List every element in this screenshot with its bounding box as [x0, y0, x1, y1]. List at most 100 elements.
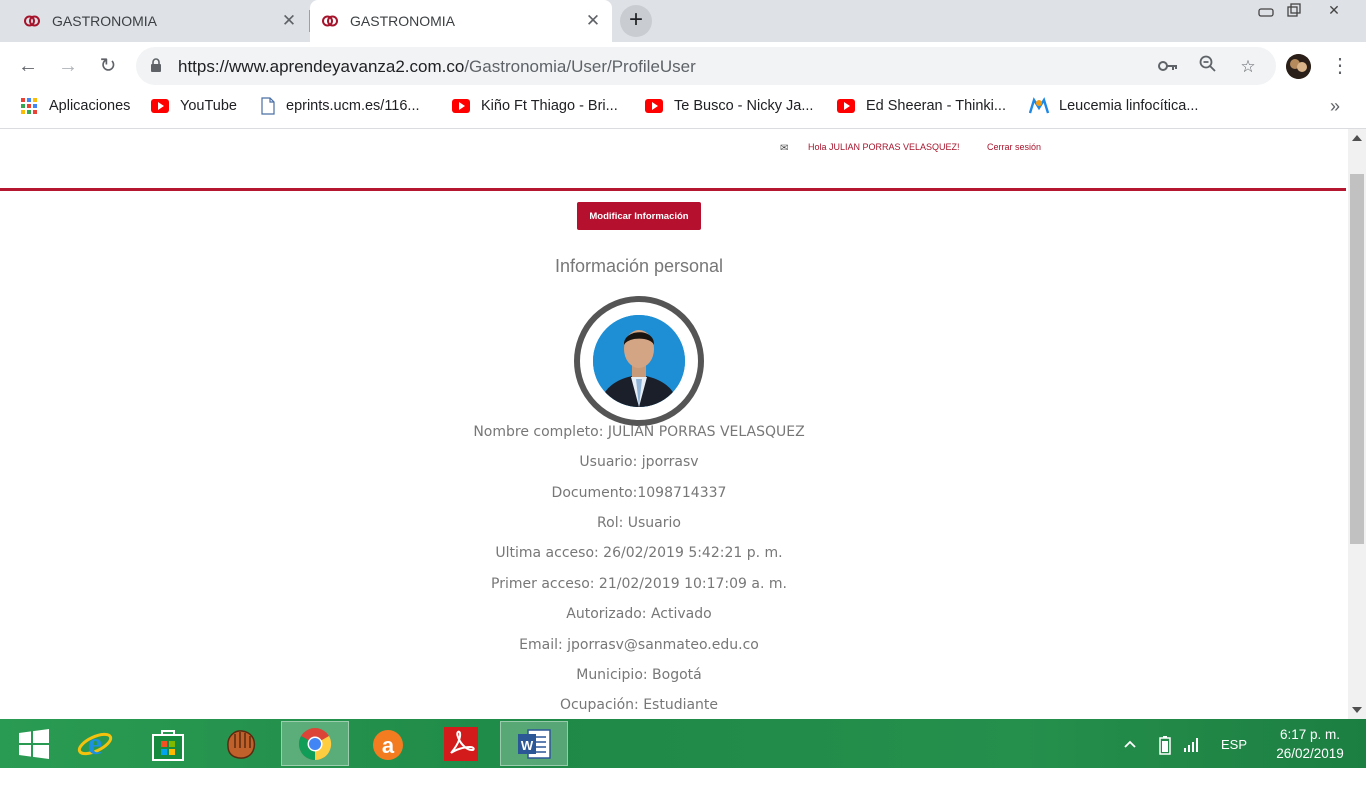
tab-title: GASTRONOMIA [350, 13, 456, 29]
windows-taskbar: e a W ESP 6:17 p. m. 26/02/2019 [0, 719, 1366, 768]
bookmark-te-busco[interactable]: Te Busco - Nicky Ja... [645, 90, 813, 122]
email-field: Email: jporrasv@sanmateo.edu.co [519, 637, 759, 653]
site-header: ✉ Hola JULIAN PORRAS VELASQUEZ! Cerrar s… [0, 129, 1348, 189]
more-bookmarks-icon[interactable]: » [1330, 96, 1340, 117]
scroll-down-icon[interactable] [1352, 707, 1362, 713]
reload-icon[interactable]: ↻ [94, 52, 122, 80]
bookmark-apps[interactable]: Aplicaciones [20, 90, 130, 122]
bookmark-kino-thiago[interactable]: Kiño Ft Thiago - Bri... [452, 90, 618, 122]
bookmark-label: YouTube [180, 98, 237, 114]
site-icon [1029, 97, 1049, 114]
username-field: Usuario: jporrasv [579, 454, 699, 470]
word-icon: W [518, 728, 551, 759]
page-content: ✉ Hola JULIAN PORRAS VELASQUEZ! Cerrar s… [0, 129, 1348, 719]
input-language-indicator[interactable]: ESP [1221, 737, 1247, 786]
close-window-icon[interactable]: ✕ [1314, 0, 1354, 22]
game-taskbar-icon[interactable] [207, 721, 275, 766]
close-tab-icon[interactable]: ✕ [280, 11, 298, 31]
gastronomia-favicon-icon [322, 15, 338, 27]
address-bar[interactable]: https://www.aprendeyavanza2.com.co/Gastr… [136, 47, 1276, 85]
role-field: Rol: Usuario [597, 515, 681, 531]
browser-toolbar: ← → ↻ https://www.aprendeyavanza2.com.co… [0, 42, 1366, 90]
user-greeting-link[interactable]: Hola JULIAN PORRAS VELASQUEZ! [808, 142, 960, 152]
forward-arrow-icon[interactable]: → [54, 52, 82, 80]
bookmark-star-icon[interactable]: ☆ [1236, 55, 1260, 79]
start-button[interactable] [0, 721, 68, 766]
avast-taskbar-icon[interactable]: a [354, 721, 422, 766]
chrome-icon [298, 727, 332, 760]
first-access-field: Primer acceso: 21/02/2019 10:17:09 a. m. [491, 576, 787, 592]
modify-information-button[interactable]: Modificar Información [577, 202, 701, 230]
url-host: https://www.aprendeyavanza2.com.co [178, 57, 465, 76]
windows-logo-icon [19, 728, 49, 759]
store-icon [152, 729, 184, 761]
close-tab-icon[interactable]: ✕ [584, 11, 602, 31]
document-field: Documento:1098714337 [551, 485, 727, 501]
svg-text:e: e [88, 725, 102, 761]
mail-icon[interactable]: ✉ [780, 143, 788, 154]
scroll-up-icon[interactable] [1352, 135, 1362, 141]
bookmark-label: eprints.ucm.es/116... [286, 98, 420, 114]
zoom-icon[interactable] [1196, 55, 1220, 79]
bookmark-youtube[interactable]: YouTube [151, 90, 237, 122]
adobe-reader-icon [444, 726, 478, 761]
document-icon [261, 97, 275, 115]
internet-explorer-icon: e [77, 725, 113, 761]
bookmark-label: Leucemia linfocítica... [1059, 98, 1199, 114]
acrobat-taskbar-icon[interactable] [427, 721, 495, 766]
bookmark-label: Aplicaciones [49, 98, 131, 114]
full-name-field: Nombre completo: JULIAN PORRAS VELASQUEZ [473, 424, 805, 440]
clock-time: 6:17 p. m. [1279, 727, 1341, 742]
bookmark-label: Kiño Ft Thiago - Bri... [481, 98, 618, 114]
scrollbar-thumb[interactable] [1350, 174, 1364, 544]
internet-explorer-taskbar-icon[interactable]: e [61, 721, 129, 766]
youtube-icon [151, 99, 169, 113]
header-divider [0, 188, 1346, 191]
taskbar-clock[interactable]: 6:17 p. m. 26/02/2019 [1262, 725, 1358, 763]
restore-window-icon[interactable] [1274, 0, 1314, 22]
browser-tab-strip: GASTRONOMIA ✕ GASTRONOMIA ✕ + ✕ [0, 0, 1366, 42]
browser-tab-1[interactable]: GASTRONOMIA ✕ [12, 0, 308, 42]
profile-photo [593, 315, 685, 407]
bookmark-leucemia[interactable]: Leucemia linfocítica... [1029, 90, 1198, 122]
url-text[interactable]: https://www.aprendeyavanza2.com.co/Gastr… [178, 57, 696, 77]
municipality-field: Municipio: Bogotá [576, 667, 702, 683]
word-taskbar-icon[interactable]: W [500, 721, 568, 766]
youtube-icon [837, 99, 855, 113]
bookmark-label: Ed Sheeran - Thinki... [866, 98, 1006, 114]
baseball-glove-icon [227, 729, 256, 759]
bookmark-ed-sheeran[interactable]: Ed Sheeran - Thinki... [837, 90, 1006, 122]
authorized-field: Autorizado: Activado [566, 606, 712, 622]
browser-menu-icon[interactable]: ⋮ [1330, 52, 1350, 80]
bookmark-label: Te Busco - Nicky Ja... [674, 98, 814, 114]
url-path: /Gastronomia/User/ProfileUser [464, 57, 696, 76]
network-signal-icon[interactable] [1183, 736, 1201, 785]
profile-photo-frame [574, 296, 704, 426]
logout-link[interactable]: Cerrar sesión [987, 142, 1041, 152]
apps-grid-icon [21, 98, 37, 114]
vertical-scrollbar[interactable] [1348, 129, 1366, 719]
store-taskbar-icon[interactable] [134, 721, 202, 766]
battery-icon[interactable] [1159, 735, 1171, 784]
youtube-icon [645, 99, 663, 113]
occupation-field: Ocupación: Estudiante [559, 697, 719, 713]
gastronomia-favicon-icon [24, 15, 40, 27]
svg-text:W: W [521, 738, 534, 753]
chrome-taskbar-icon[interactable] [281, 721, 349, 766]
youtube-icon [452, 99, 470, 113]
last-access-field: Ultima acceso: 26/02/2019 5:42:21 p. m. [495, 545, 783, 561]
browser-tab-2-active[interactable]: GASTRONOMIA ✕ [310, 0, 612, 42]
avast-icon: a [373, 729, 403, 760]
key-icon[interactable] [1156, 55, 1180, 79]
back-arrow-icon[interactable]: ← [14, 52, 42, 80]
svg-text:a: a [382, 733, 395, 758]
show-hidden-icons-chevron-icon[interactable] [1124, 736, 1136, 785]
clock-date: 26/02/2019 [1276, 746, 1344, 761]
tab-title: GASTRONOMIA [52, 13, 158, 29]
bookmark-eprints[interactable]: eprints.ucm.es/116... [261, 90, 420, 122]
lock-icon [151, 58, 161, 72]
new-tab-button[interactable]: + [620, 5, 652, 37]
bookmarks-bar: Aplicaciones YouTube eprints.ucm.es/116.… [0, 90, 1366, 129]
profile-avatar-icon[interactable] [1286, 54, 1311, 79]
section-title: Información personal [554, 256, 724, 276]
